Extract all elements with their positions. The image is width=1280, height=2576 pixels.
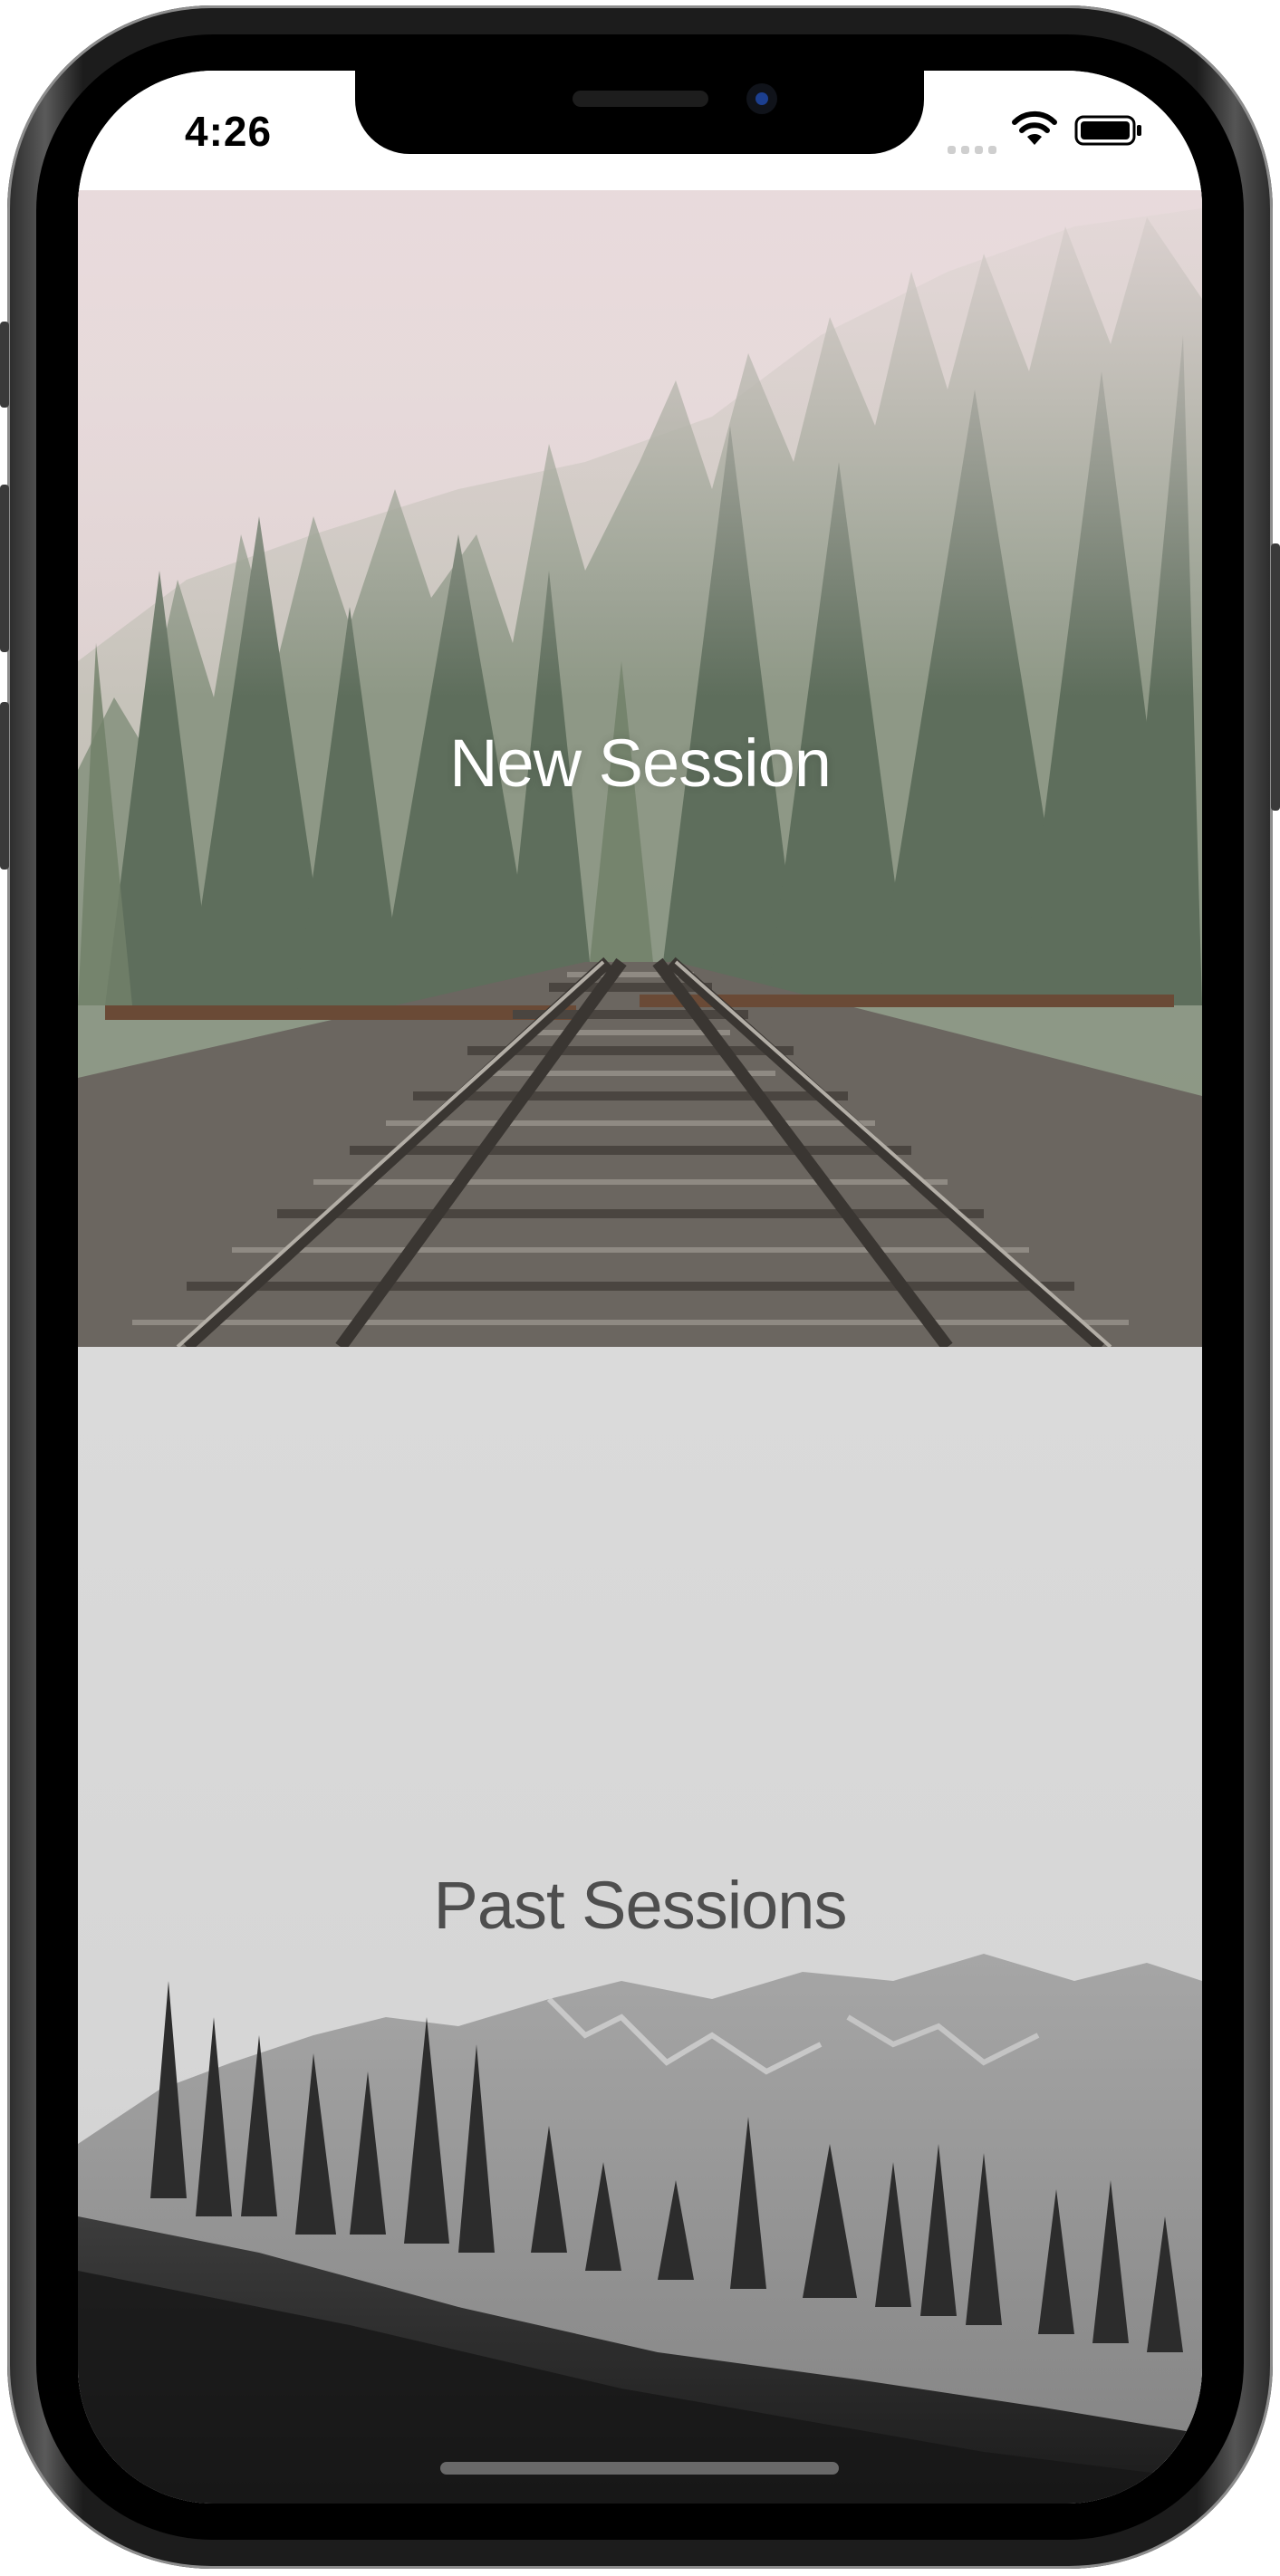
home-indicator[interactable] xyxy=(440,2462,839,2475)
front-camera xyxy=(746,83,777,114)
signal-icon xyxy=(948,136,998,154)
volume-down-button xyxy=(0,702,9,870)
wifi-icon xyxy=(1012,111,1057,145)
power-button xyxy=(1271,543,1280,811)
new-session-button[interactable]: New Session xyxy=(78,190,1202,1347)
past-sessions-button[interactable]: Past Sessions xyxy=(78,1347,1202,2504)
new-session-label: New Session xyxy=(449,726,832,801)
silent-switch xyxy=(0,322,9,408)
past-sessions-label: Past Sessions xyxy=(433,1868,848,1943)
status-time: 4:26 xyxy=(185,108,273,155)
battery-icon xyxy=(1074,115,1141,146)
app-screen: 4:26 New Session Past Sessions xyxy=(78,71,1202,2504)
notch xyxy=(355,71,924,154)
status-bar: 4:26 xyxy=(78,71,1202,190)
speaker-grille xyxy=(573,91,708,107)
volume-up-button xyxy=(0,485,9,652)
